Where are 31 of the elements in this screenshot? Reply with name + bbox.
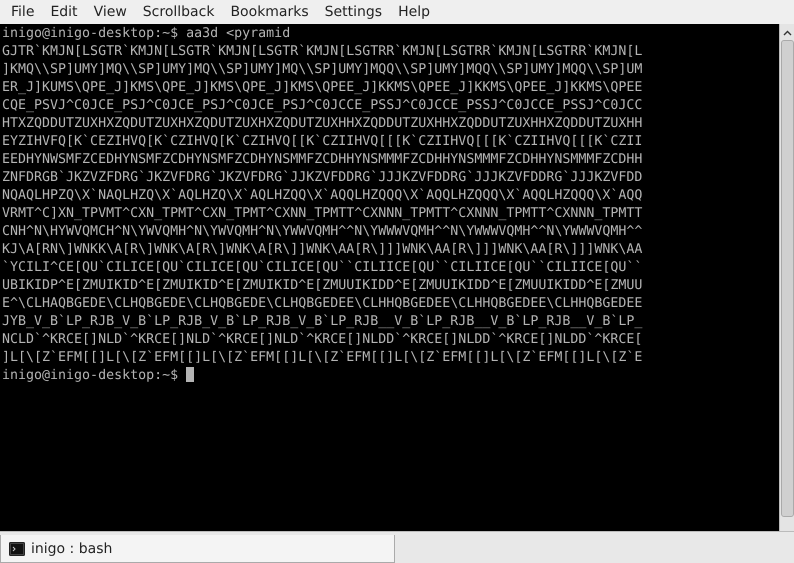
- scroll-up-icon[interactable]: [782, 30, 792, 36]
- terminal-icon: [9, 542, 25, 556]
- terminal-line: NQAQLHPZQ\X`NAQLHZQ\X`AQLHZQ\X`AQLHZQQ\X`AQQLHZQQQ\X`AQQLHZQQQ\X`AQQLHZQQQ\X`AQQ: [2, 187, 644, 205]
- terminal-line: ]KMQ\\SP]UMY]MQ\\SP]UMY]MQ\\SP]UMY]MQ\\SP]UMY]MQQ\\SP]UMY]MQQ\\SP]UMY]MQQ\\SP]UM: [2, 61, 644, 79]
- terminal-line: CNH^N\HYWVQMCH^N\YWVQMH^N\YWVQMH^N\YWWVQMH^^N\YWWWVQMH^^N\YWWWVQMH^^N\YWWWVQMH^^: [2, 223, 644, 241]
- terminal-line: KJ\A[RN\]WNKK\A[R\]WNK\A[R\]WNK\A[R\]]WNK\AA[R\]]]WNK\AA[R\]]]WNK\AA[R\]]]WNK\AA: [2, 241, 644, 259]
- terminal-line: E^\CLHAQBGEDE\CLHQBGEDE\CLHQBGEDE\CLHQBGEDEE\CLHHQBGEDEE\CLHHQBGEDEE\CLHHQBGEDEE: [2, 295, 644, 313]
- terminal-line: ZNFDRGB`JKZVZFDRG`JKZVFDRG`JKZVFDRG`JJKZVFDDRG`JJJKZVFDDRG`JJJKZVFDDRG`JJJKZVFDD: [2, 169, 644, 187]
- menu-item[interactable]: Scrollback: [134, 2, 222, 22]
- scrollbar[interactable]: [779, 24, 794, 531]
- menu-item[interactable]: View: [86, 2, 135, 22]
- terminal-line: HTXZQDDUTZUXHXZQDUTZUXHXZQDUTZUXHXZQDUTZUXHHXZQDDUTZUXHHXZQDDUTZUXHHXZQDDUTZUXHH: [2, 115, 644, 133]
- menu-item[interactable]: File: [3, 2, 42, 22]
- terminal-line: VRMT^C]XN_TPVMT^CXN_TPMT^CXN_TPMT^CXNN_TPMTT^CXNNN_TPMTT^CXNNN_TPMTT^CXNNN_TPMTT: [2, 205, 644, 223]
- terminal-line: UBIKIDP^E[ZMUIKID^E[ZMUIKID^E[ZMUIKID^E[ZMUUIKIDD^E[ZMUUIKIDD^E[ZMUUIKIDD^E[ZMUU: [2, 277, 644, 295]
- terminal-line: GJTR`KMJN[LSGTR`KMJN[LSGTR`KMJN[LSGTR`KMJN[LSGTRR`KMJN[LSGTRR`KMJN[LSGTRR`KMJN[L: [2, 43, 644, 61]
- terminal-line: NCLD`^KRCE[]NLD`^KRCE[]NLD`^KRCE[]NLD`^KRCE[]NLDD`^KRCE[]NLDD`^KRCE[]NLDD`^KRCE[: [2, 331, 644, 349]
- menu-item[interactable]: Bookmarks: [222, 2, 317, 22]
- terminal-line: EYZIHVFQ[K`CEZIHVQ[K`CZIHVQ[K`CZIHVQ[[K`CZIIHVQ[[[K`CZIIHVQ[[[K`CZIIHVQ[[[K`CZII: [2, 133, 644, 151]
- menu-item[interactable]: Settings: [316, 2, 390, 22]
- terminal-tab[interactable]: inigo : bash: [0, 535, 395, 563]
- terminal-line: EEDHYNWSMFZCEDHYNSMFZCDHYNSMFZCDHYNSMMFZCDHHYNSMMMFZCDHHYNSMMMFZCDHHYNSMMMFZCDHH: [2, 151, 644, 169]
- terminal-line: ]L[\[Z`EFM[[]L[\[Z`EFM[[]L[\[Z`EFM[[]L[\[Z`EFM[[]L[\[Z`EFM[[]L[\[Z`EFM[[]L[\[Z`E: [2, 349, 644, 367]
- menu-item[interactable]: Help: [390, 2, 438, 22]
- terminal-line: inigo@inigo-desktop:~$ aa3d <pyramid: [2, 25, 292, 43]
- terminal-line: inigo@inigo-desktop:~$: [2, 367, 779, 385]
- terminal-line: `YCILI^CE[QU`CILICE[QU`CILICE[QU`CILICE[QU``CILIICE[QU``CILIICE[QU``CILIICE[QU``: [2, 259, 644, 277]
- terminal-line: JYB_V_B`LP_RJB_V_B`LP_RJB_V_B`LP_RJB_V_B`LP_RJB__V_B`LP_RJB__V_B`LP_RJB__V_B`LP_: [2, 313, 644, 331]
- terminal-line: ER_J]KUMS\QPE_J]KMS\QPE_J]KMS\QPE_J]KMS\QPEE_J]KKMS\QPEE_J]KKMS\QPEE_J]KKMS\QPEE: [2, 79, 644, 97]
- menu-item[interactable]: Edit: [42, 2, 86, 22]
- terminal-line: CQE_PSVJ^C0JCE_PSJ^C0JCE_PSJ^C0JCE_PSJ^C0JCCE_PSSJ^C0JCCE_PSSJ^C0JCCE_PSSJ^C0JCC: [2, 97, 644, 115]
